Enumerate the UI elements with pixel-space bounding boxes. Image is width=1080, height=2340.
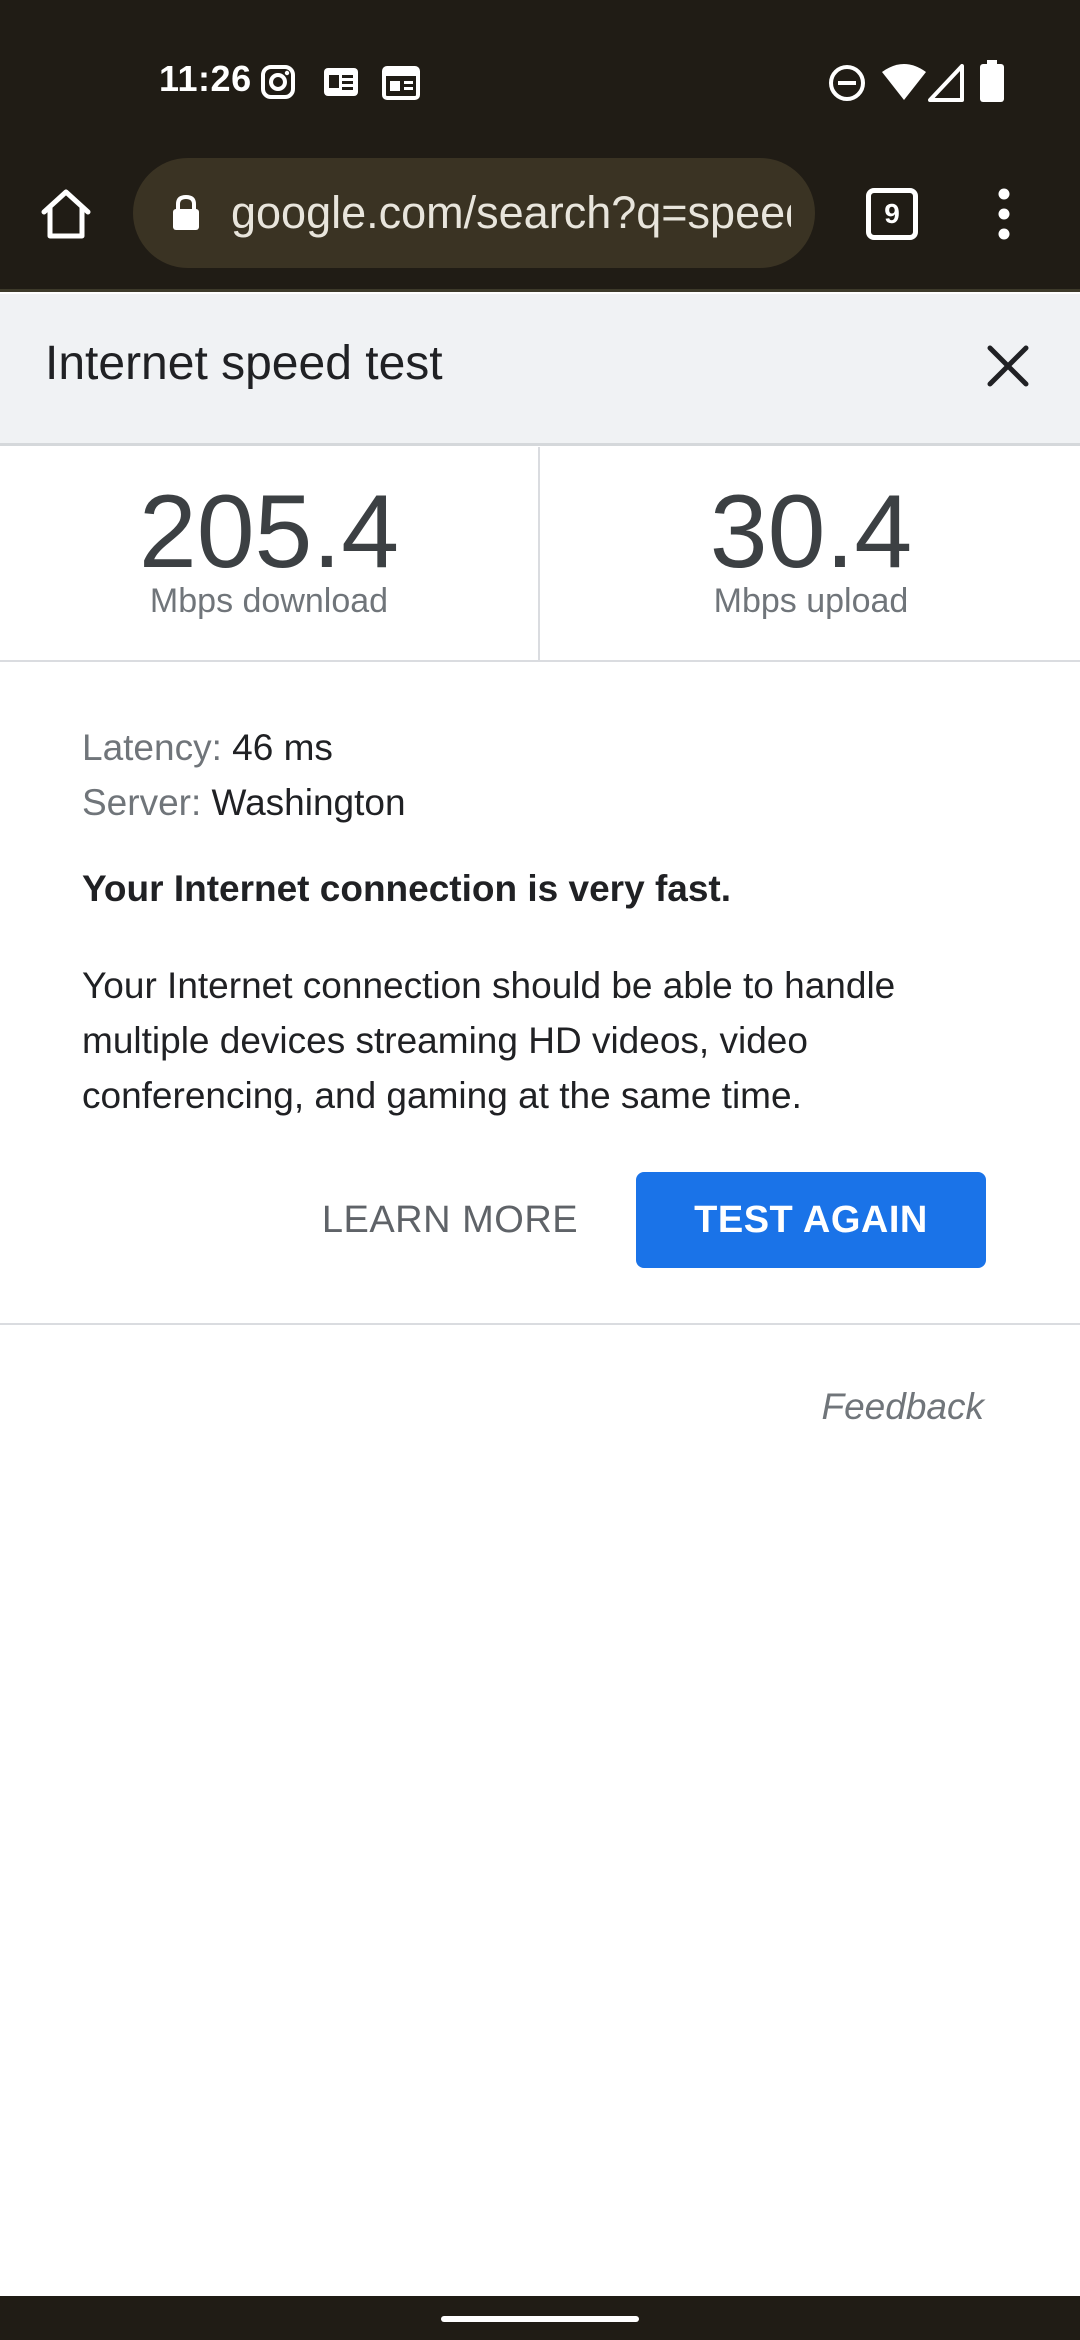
status-time: 11:26 [159, 58, 252, 99]
url-text[interactable]: google.com/search?q=speed [231, 184, 791, 242]
do-not-disturb-icon [828, 64, 866, 102]
calendar-icon [382, 66, 420, 100]
divider [0, 1323, 1080, 1325]
upload-metric: 30.4 Mbps upload [541, 447, 1080, 662]
status-bar: 11:26 [0, 0, 1080, 158]
connection-verdict: Your Internet connection is very fast. [82, 868, 732, 909]
server-row: Server: Washington [82, 775, 1002, 830]
speed-metrics: 205.4 Mbps download 30.4 Mbps upload [0, 447, 1080, 662]
connection-description: Your Internet connection should be able … [82, 965, 896, 1116]
upload-label: Mbps upload [713, 582, 909, 620]
cellular-signal-icon [928, 64, 964, 102]
latency-row: Latency: 46 ms [82, 720, 1002, 775]
more-options-button[interactable] [984, 184, 1024, 244]
latency-value: 46 ms [232, 727, 333, 768]
latency-label: Latency: [82, 727, 222, 768]
home-icon [36, 189, 96, 248]
speed-test-title: Internet speed test [45, 337, 443, 390]
news-card-icon [322, 66, 360, 98]
server-value: Washington [211, 782, 406, 823]
battery-icon [980, 60, 1004, 102]
speed-test-header: Internet speed test [0, 294, 1080, 446]
more-vert-icon [984, 188, 1024, 248]
omnibox[interactable]: google.com/search?q=speed [133, 158, 815, 268]
server-label: Server: [82, 782, 202, 823]
browser-toolbar: google.com/search?q=speed 9 [0, 158, 1080, 292]
wifi-icon [880, 62, 928, 102]
download-value: 205.4 [138, 474, 400, 590]
tab-switcher-button[interactable]: 9 [866, 188, 918, 240]
instagram-icon [260, 64, 296, 100]
upload-value: 30.4 [709, 474, 913, 590]
home-gesture-handle[interactable] [441, 2316, 639, 2322]
download-label: Mbps download [149, 582, 389, 620]
learn-more-button[interactable]: LEARN MORE [318, 1172, 582, 1268]
feedback-link[interactable]: Feedback [822, 1386, 985, 1428]
test-again-button[interactable]: TEST AGAIN [636, 1172, 986, 1268]
lock-icon [171, 194, 201, 237]
close-icon [978, 345, 1038, 400]
test-details: Latency: 46 ms Server: Washington [82, 720, 1002, 830]
close-button[interactable] [978, 336, 1038, 396]
navigation-bar [0, 2296, 1080, 2340]
download-metric: 205.4 Mbps download [0, 447, 540, 662]
home-button[interactable] [36, 184, 96, 244]
